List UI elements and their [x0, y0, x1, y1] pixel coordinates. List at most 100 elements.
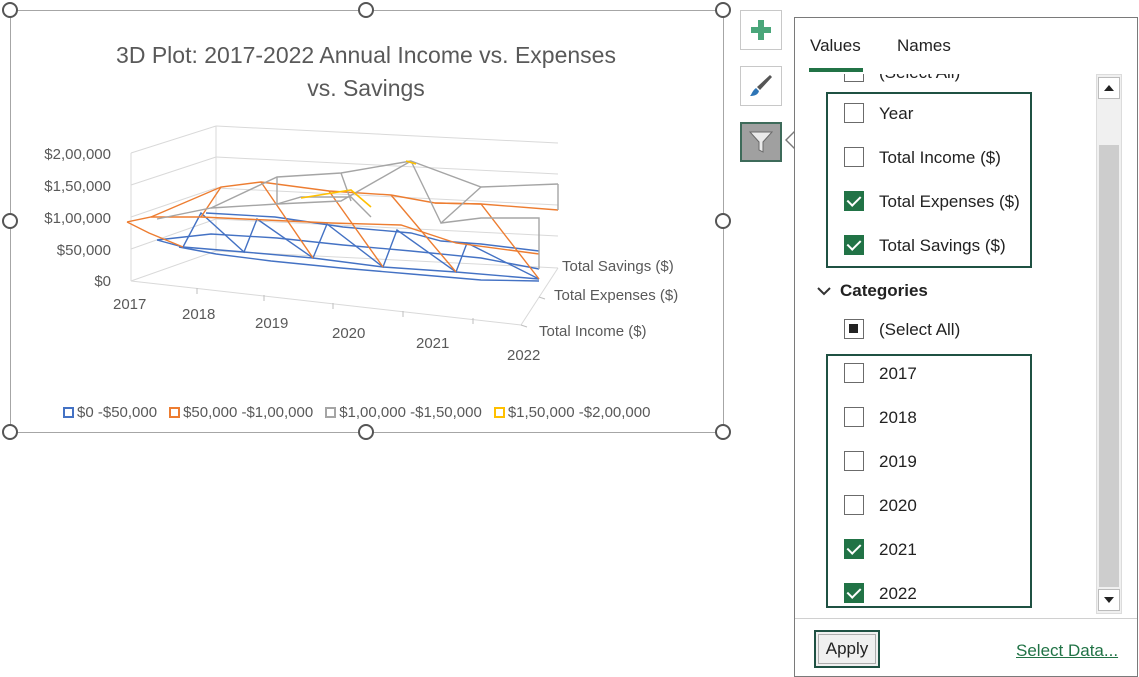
legend-label: $0 -$50,000: [77, 404, 158, 421]
x-tick-label: 2020: [332, 325, 365, 342]
legend-item[interactable]: $1,00,000 -$1,50,000: [325, 404, 482, 421]
y-tick-label: $50,000: [57, 242, 111, 259]
brush-icon: [750, 75, 772, 96]
chart-legend[interactable]: $0 -$50,000 $50,000 -$1,00,000 $1,00,000…: [63, 404, 650, 421]
resize-handle-bottom-right[interactable]: [715, 424, 731, 440]
x-tick-label: 2022: [507, 347, 540, 364]
category-label-text: 2021: [879, 540, 917, 559]
y-tick-label: $1,50,000: [44, 178, 111, 195]
category-label-text: 2018: [879, 408, 917, 427]
series-checkbox-year[interactable]: [844, 103, 864, 123]
resize-handle-bottom-left[interactable]: [2, 424, 18, 440]
category-label-text: 2019: [879, 452, 917, 471]
select-data-link[interactable]: Select Data...: [1016, 641, 1118, 661]
category-label: 2018: [879, 407, 917, 429]
depth-tick-label: Total Expenses ($): [554, 287, 678, 304]
y-tick-label: $0: [94, 273, 111, 290]
series-checkbox-total-savings[interactable]: [844, 235, 864, 255]
tab-values[interactable]: Values: [810, 36, 861, 56]
category-checkbox-2018[interactable]: [844, 407, 864, 427]
chart-filters-button[interactable]: [740, 122, 782, 162]
legend-item[interactable]: $0 -$50,000: [63, 404, 157, 421]
categories-select-all-label: (Select All): [879, 319, 960, 341]
category-label-text: 2020: [879, 496, 917, 515]
surface-band-100k-150k: [156, 160, 559, 269]
x-tick-label: 2021: [416, 335, 449, 352]
resize-handle-top-middle[interactable]: [358, 2, 374, 18]
depth-tick-label: Total Income ($): [539, 323, 647, 340]
legend-label: $50,000 -$1,00,000: [183, 404, 314, 421]
series-label-text: Total Savings ($): [879, 236, 1006, 255]
category-label: 2017: [879, 363, 917, 385]
series-label-text: Total Income ($): [879, 148, 1001, 167]
legend-swatch: [325, 407, 337, 418]
series-checkbox-total-expenses[interactable]: [844, 191, 864, 211]
series-select-all-text: (Select All): [879, 74, 960, 83]
series-label: Year: [879, 103, 913, 125]
apply-button-focus-ring: [818, 634, 876, 664]
pane-divider: [795, 618, 1137, 619]
tab-names[interactable]: Names: [897, 36, 951, 56]
plus-icon: [751, 20, 771, 40]
categories-selection-highlight: [826, 354, 1032, 608]
category-checkbox-2017[interactable]: [844, 363, 864, 383]
series-label: Total Income ($): [879, 147, 1001, 169]
categories-select-all-checkbox[interactable]: [844, 319, 864, 339]
funnel-icon: [748, 131, 774, 153]
series-select-all-checkbox[interactable]: [844, 74, 864, 82]
filter-list[interactable]: (Select All) Year Total Income ($) Total…: [795, 74, 1095, 614]
legend-swatch: [493, 407, 505, 418]
series-label: Total Savings ($): [879, 235, 1006, 257]
series-label-text: Year: [879, 104, 914, 123]
apply-button[interactable]: Apply: [814, 630, 880, 668]
category-checkbox-2022[interactable]: [844, 583, 864, 603]
chart-filter-pane: Values Names (Select All) Year Total Inc…: [794, 17, 1138, 677]
series-label: Total Expenses ($): [879, 191, 1020, 213]
chart-elements-button[interactable]: [740, 10, 782, 50]
x-tick-label: 2019: [255, 315, 288, 332]
category-checkbox-2021[interactable]: [844, 539, 864, 559]
categories-header[interactable]: Categories: [840, 281, 928, 301]
resize-handle-middle-right[interactable]: [715, 213, 731, 229]
triangle-down-icon: [1104, 597, 1114, 603]
legend-swatch: [169, 407, 181, 418]
active-tab-indicator: [809, 68, 863, 72]
legend-swatch: [63, 407, 74, 418]
chart-title[interactable]: 3D Plot: 2017-2022 Annual Income vs. Exp…: [41, 39, 691, 105]
triangle-up-icon: [1104, 85, 1114, 91]
x-tick-label: 2017: [113, 296, 146, 313]
scrollbar-thumb[interactable]: [1099, 145, 1119, 587]
legend-item[interactable]: $50,000 -$1,00,000: [169, 404, 313, 421]
category-label: 2019: [879, 451, 917, 473]
chart-title-line: vs. Savings: [307, 75, 425, 101]
scroll-up-button[interactable]: [1098, 77, 1120, 99]
scroll-down-button[interactable]: [1098, 589, 1120, 611]
resize-handle-middle-left[interactable]: [2, 213, 18, 229]
series-label-text: Total Expenses ($): [879, 192, 1020, 211]
chevron-down-icon[interactable]: [817, 286, 831, 296]
y-tick-label: $2,00,000: [44, 146, 111, 163]
legend-label: $1,00,000 -$1,50,000: [339, 404, 482, 421]
series-checkbox-total-income[interactable]: [844, 147, 864, 167]
category-label-text: 2022: [879, 584, 917, 603]
x-tick-label: 2018: [182, 306, 215, 323]
resize-handle-top-left[interactable]: [2, 2, 18, 18]
legend-item[interactable]: $1,50,000 -$2,00,000: [493, 404, 651, 421]
category-label: 2020: [879, 495, 917, 517]
resize-handle-bottom-middle[interactable]: [358, 424, 374, 440]
category-label-text: 2017: [879, 364, 917, 383]
category-checkbox-2020[interactable]: [844, 495, 864, 515]
series-select-all-label: (Select All): [879, 74, 960, 84]
category-label: 2022: [879, 583, 917, 605]
depth-tick-label: Total Savings ($): [562, 258, 674, 275]
list-scrollbar[interactable]: [1096, 74, 1122, 614]
y-tick-label: $1,00,000: [44, 210, 111, 227]
legend-label: $1,50,000 -$2,00,000: [507, 404, 651, 421]
resize-handle-top-right[interactable]: [715, 2, 731, 18]
chart-styles-button[interactable]: [740, 66, 782, 106]
category-label: 2021: [879, 539, 917, 561]
chart-title-line: 3D Plot: 2017-2022 Annual Income vs. Exp…: [116, 42, 616, 68]
category-checkbox-2019[interactable]: [844, 451, 864, 471]
categories-select-all-text: (Select All): [879, 320, 961, 339]
chart-area[interactable]: $2,00,000 $1,50,000 $1,00,000 $50,000 $0…: [10, 10, 724, 433]
